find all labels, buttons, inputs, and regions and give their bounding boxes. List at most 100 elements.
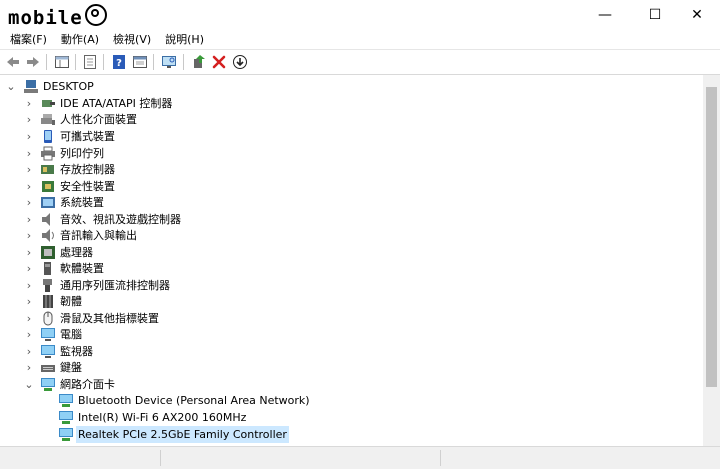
category-label: 安全性裝置: [60, 180, 115, 193]
back-icon[interactable]: [5, 54, 21, 70]
device-label: Bluetooth Device (Personal Area Network): [78, 394, 310, 407]
vertical-scrollbar[interactable]: [703, 75, 720, 446]
category-label: 監視器: [60, 345, 93, 358]
category-label: 電腦: [60, 328, 82, 341]
tree-category[interactable]: › 安全性裝置: [0, 178, 703, 195]
keyboard-icon: [40, 360, 56, 375]
tree-category[interactable]: › IDE ATA/ATAPI 控制器: [0, 95, 703, 112]
expand-chevron-icon[interactable]: ›: [23, 211, 35, 228]
tree-category[interactable]: › 音訊輸入與輸出: [0, 227, 703, 244]
mouse-icon: [40, 311, 56, 326]
expand-chevron-icon[interactable]: ›: [23, 128, 35, 145]
status-divider: [440, 450, 441, 466]
menu-help[interactable]: 說明(H): [158, 30, 211, 49]
tree-category[interactable]: › 軟體裝置: [0, 260, 703, 277]
firmware-icon: [40, 294, 56, 309]
collapse-chevron-icon[interactable]: ⌄: [23, 376, 35, 393]
expand-chevron-icon[interactable]: ›: [23, 343, 35, 360]
expand-chevron-icon[interactable]: ›: [23, 227, 35, 244]
app-logo: mobile: [8, 4, 107, 29]
expand-chevron-icon[interactable]: ›: [23, 111, 35, 128]
network-device-icon: [58, 427, 74, 442]
storage-controller-icon: [40, 162, 56, 177]
tree-category[interactable]: › 通用序列匯流排控制器: [0, 277, 703, 294]
system-device-icon: [40, 195, 56, 210]
device-tree: ⌄ DESKTOP › IDE ATA/ATAPI 控制器 › 人性化介面裝置 …: [0, 75, 703, 446]
minimize-button[interactable]: —: [582, 0, 628, 30]
collapse-chevron-icon[interactable]: ⌄: [5, 78, 17, 95]
scrollbar-thumb[interactable]: [706, 87, 717, 387]
menu-action[interactable]: 動作(A): [54, 30, 106, 49]
usb-icon: [40, 278, 56, 293]
audio-io-icon: [40, 228, 56, 243]
tree-category[interactable]: › 存放控制器: [0, 161, 703, 178]
expand-chevron-icon[interactable]: ›: [23, 244, 35, 261]
expand-chevron-icon[interactable]: ›: [23, 194, 35, 211]
close-button[interactable]: ✕: [674, 0, 720, 30]
tree-category[interactable]: › 滑鼠及其他指標裝置: [0, 310, 703, 327]
expand-chevron-icon[interactable]: ›: [23, 359, 35, 376]
maximize-button[interactable]: ☐: [632, 0, 678, 30]
software-device-icon: [40, 261, 56, 276]
category-label: 鍵盤: [60, 361, 82, 374]
tree-category[interactable]: › 可攜式裝置: [0, 128, 703, 145]
category-label: 音效、視訊及遊戲控制器: [60, 213, 181, 226]
help-icon[interactable]: ?: [111, 54, 127, 70]
network-adapter-icon: [40, 377, 56, 392]
menu-file[interactable]: 檔案(F): [0, 30, 54, 49]
menu-bar: 檔案(F) 動作(A) 檢視(V) 說明(H): [0, 30, 720, 49]
device-label: Intel(R) Wi-Fi 6 AX200 160MHz: [78, 411, 247, 424]
category-label: 通用序列匯流排控制器: [60, 279, 170, 292]
tree-category[interactable]: › 電腦: [0, 326, 703, 343]
security-device-icon: [40, 179, 56, 194]
category-label: 韌體: [60, 295, 82, 308]
toolbar-separator: [183, 54, 184, 70]
download-icon[interactable]: [232, 54, 248, 70]
sound-icon: [40, 212, 56, 227]
tree-device[interactable]: Intel(R) Wi-Fi 6 AX200 160MHz: [0, 409, 703, 426]
logo-circle-icon: [84, 4, 107, 26]
toolbar: ?: [0, 49, 720, 75]
expand-chevron-icon[interactable]: ›: [23, 326, 35, 343]
expand-chevron-icon[interactable]: ›: [23, 260, 35, 277]
logo-text: mobile: [8, 7, 83, 29]
tree-category[interactable]: › 鍵盤: [0, 359, 703, 376]
category-label: 軟體裝置: [60, 262, 104, 275]
computer-root-icon: [23, 79, 39, 94]
expand-chevron-icon[interactable]: ›: [23, 161, 35, 178]
expand-chevron-icon[interactable]: ›: [23, 293, 35, 310]
tree-category[interactable]: › 韌體: [0, 293, 703, 310]
ide-controller-icon: [40, 96, 56, 111]
forward-icon[interactable]: [25, 54, 41, 70]
tree-category[interactable]: › 音效、視訊及遊戲控制器: [0, 211, 703, 228]
network-device-icon: [58, 410, 74, 425]
monitor-scan-icon[interactable]: [161, 54, 177, 70]
toolbar-separator: [75, 54, 76, 70]
expand-chevron-icon[interactable]: ›: [23, 178, 35, 195]
tree-category[interactable]: › 列印佇列: [0, 145, 703, 162]
expand-chevron-icon[interactable]: ›: [23, 145, 35, 162]
properties-page-icon[interactable]: [82, 54, 98, 70]
status-bar: [0, 446, 720, 469]
status-divider: [160, 450, 161, 466]
tree-category-expanded[interactable]: ⌄ 網路介面卡: [0, 376, 703, 393]
uninstall-icon[interactable]: [211, 54, 227, 70]
tree-category[interactable]: › 處理器: [0, 244, 703, 261]
tree-category[interactable]: › 人性化介面裝置: [0, 111, 703, 128]
expand-chevron-icon[interactable]: ›: [23, 310, 35, 327]
toolbar-separator: [46, 54, 47, 70]
properties-grid-icon[interactable]: [54, 54, 70, 70]
tree-category[interactable]: › 系統裝置: [0, 194, 703, 211]
tree-category[interactable]: › 監視器: [0, 343, 703, 360]
tree-device-selected[interactable]: Realtek PCIe 2.5GbE Family Controller: [0, 426, 703, 443]
view-console-icon[interactable]: [132, 54, 148, 70]
hid-icon: [40, 112, 56, 127]
expand-chevron-icon[interactable]: ›: [23, 95, 35, 112]
tree-root[interactable]: ⌄ DESKTOP: [0, 78, 703, 95]
update-driver-icon[interactable]: [191, 54, 207, 70]
category-label: 網路介面卡: [60, 378, 115, 391]
expand-chevron-icon[interactable]: ›: [23, 277, 35, 294]
tree-device[interactable]: Bluetooth Device (Personal Area Network): [0, 392, 703, 409]
title-bar: mobile — ☐ ✕: [0, 0, 720, 30]
menu-view[interactable]: 檢視(V): [106, 30, 158, 49]
